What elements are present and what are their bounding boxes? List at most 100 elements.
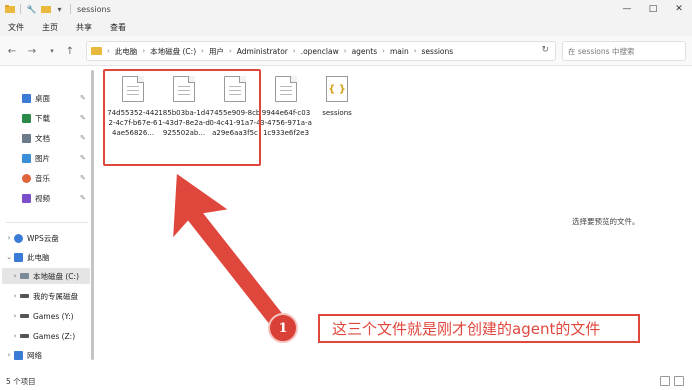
- sidebar-item-videos[interactable]: 视频: [22, 190, 50, 206]
- breadcrumb-users[interactable]: 用户: [209, 46, 224, 57]
- ribbon-tabs: 文件 主页 共享 查看: [0, 18, 692, 36]
- breadcrumb-openclaw[interactable]: .openclaw: [301, 47, 339, 56]
- navigation-bar: ← → ▾ ↑ › 此电脑 › 本地磁盘 (C:) › 用户 › Adminis…: [0, 36, 692, 66]
- breadcrumb-main[interactable]: main: [390, 47, 409, 56]
- breadcrumb-sessions[interactable]: sessions: [422, 47, 454, 56]
- videos-icon: [22, 193, 31, 203]
- drive-icon: [20, 273, 29, 279]
- tab-view[interactable]: 查看: [110, 22, 126, 33]
- pin-icon[interactable]: ✎: [80, 94, 86, 102]
- divider: [6, 222, 88, 223]
- tab-home[interactable]: 主页: [42, 22, 58, 33]
- breadcrumb-drive-c[interactable]: 本地磁盘 (C:): [150, 46, 196, 57]
- sidebar-item-desktop[interactable]: 桌面: [22, 90, 50, 106]
- sidebar-item-downloads[interactable]: 下载: [22, 110, 50, 126]
- drive-icon: [20, 294, 29, 298]
- tiles-view-icon[interactable]: [674, 376, 684, 386]
- divider: [70, 4, 71, 14]
- address-bar[interactable]: › 此电脑 › 本地磁盘 (C:) › 用户 › Administrator ›…: [86, 41, 556, 61]
- network-icon: [14, 350, 23, 360]
- sidebar-item-music[interactable]: 音乐: [22, 170, 50, 186]
- json-file-icon: { }: [326, 76, 348, 102]
- drive-icon: [20, 314, 29, 318]
- download-icon: [22, 113, 31, 123]
- documents-icon: [22, 133, 31, 143]
- minimize-button[interactable]: —: [614, 0, 640, 18]
- divider: [20, 4, 21, 14]
- up-icon[interactable]: ↑: [64, 45, 76, 57]
- sidebar-item-games-y[interactable]: › Games (Y:): [10, 308, 74, 324]
- window-title: sessions: [77, 4, 111, 14]
- breadcrumb-administrator[interactable]: Administrator: [237, 47, 288, 56]
- sidebar-item-label: 图片: [35, 153, 50, 163]
- sidebar-item-pictures[interactable]: 图片: [22, 150, 50, 166]
- details-view-icon[interactable]: [660, 376, 670, 386]
- drive-icon: [20, 334, 29, 338]
- breadcrumb-agents[interactable]: agents: [352, 47, 378, 56]
- title-bar: 🔧 ▾ sessions — □ ✕: [0, 0, 692, 18]
- chevron-right-icon[interactable]: ›: [10, 272, 20, 280]
- chevron-right-icon[interactable]: ›: [10, 332, 20, 340]
- pin-icon[interactable]: ✎: [80, 174, 86, 182]
- sidebar-item-this-pc[interactable]: ⌄ 此电脑: [4, 249, 50, 265]
- sidebar-item-label: 下载: [35, 113, 50, 123]
- search-placeholder: 在 sessions 中搜索: [568, 46, 635, 56]
- chevron-down-icon[interactable]: ▾: [54, 4, 65, 15]
- pictures-icon: [22, 153, 31, 163]
- annotation-callout: 这三个文件就是刚才创建的agent的文件: [318, 314, 640, 343]
- tab-share[interactable]: 共享: [76, 22, 92, 33]
- sidebar-item-label: 本地磁盘 (C:): [33, 271, 79, 281]
- sidebar-item-network[interactable]: › 网络: [4, 347, 42, 363]
- sidebar-item-games-z[interactable]: › Games (Z:): [10, 328, 76, 344]
- annotation-text: 这三个文件就是刚才创建的agent的文件: [332, 320, 601, 338]
- chevron-right-icon: ›: [292, 47, 296, 55]
- pin-icon[interactable]: ✎: [80, 114, 86, 122]
- pin-icon[interactable]: ✎: [80, 134, 86, 142]
- chevron-right-icon[interactable]: ›: [10, 292, 20, 300]
- pin-icon[interactable]: ✎: [80, 194, 86, 202]
- forward-icon[interactable]: →: [26, 45, 38, 57]
- breadcrumb-this-pc[interactable]: 此电脑: [115, 46, 138, 57]
- chevron-right-icon[interactable]: ›: [4, 351, 14, 359]
- navigation-pane: 桌面 ✎ 下载 ✎ 文档 ✎ 图片 ✎ 音乐 ✎ 视频 ✎ › WPS云盘 ⌄ …: [0, 66, 96, 372]
- sidebar-item-dedicated-drive[interactable]: › 我的专属磁盘: [10, 288, 78, 304]
- document-icon: [275, 76, 297, 102]
- tab-file[interactable]: 文件: [8, 22, 24, 33]
- chevron-right-icon[interactable]: ›: [10, 312, 20, 320]
- recent-locations-icon[interactable]: ▾: [46, 45, 58, 57]
- file-item[interactable]: 9944e64f-c033-4756-971a-a1c933e6f2e3: [260, 76, 312, 138]
- sidebar-item-label: 音乐: [35, 173, 50, 183]
- sidebar-item-wps-cloud[interactable]: › WPS云盘: [4, 230, 59, 246]
- sidebar-item-drive-c[interactable]: › 本地磁盘 (C:): [2, 268, 90, 284]
- file-item[interactable]: { } sessions: [312, 76, 362, 118]
- sidebar-item-label: Games (Z:): [33, 331, 76, 341]
- new-folder-icon[interactable]: [40, 4, 51, 15]
- chevron-right-icon: ›: [201, 47, 204, 55]
- chevron-right-icon: ›: [228, 47, 232, 55]
- refresh-icon[interactable]: ↻: [541, 45, 549, 55]
- item-count: 5 个项目: [6, 376, 36, 386]
- folder-icon: [4, 4, 15, 15]
- file-name: 9944e64f-c033-4756-971a-a1c933e6f2e3: [260, 109, 312, 137]
- sidebar-item-label: 文档: [35, 133, 50, 143]
- sidebar-item-label: Games (Y:): [33, 311, 74, 321]
- chevron-right-icon: ›: [107, 47, 110, 55]
- back-icon[interactable]: ←: [6, 45, 18, 57]
- search-box[interactable]: 在 sessions 中搜索: [562, 41, 686, 61]
- chevron-right-icon: ›: [142, 47, 146, 55]
- desktop-icon: [22, 93, 31, 103]
- sidebar-item-label: 我的专属磁盘: [33, 291, 78, 301]
- music-icon: [22, 173, 31, 183]
- properties-icon[interactable]: 🔧: [26, 4, 37, 15]
- sidebar-scrollbar[interactable]: [91, 70, 94, 360]
- maximize-button[interactable]: □: [640, 0, 666, 18]
- close-button[interactable]: ✕: [666, 0, 692, 18]
- file-name: sessions: [322, 109, 352, 117]
- sidebar-item-label: WPS云盘: [27, 233, 59, 243]
- sidebar-item-label: 网络: [27, 350, 42, 360]
- pin-icon[interactable]: ✎: [80, 154, 86, 162]
- sidebar-item-documents[interactable]: 文档: [22, 130, 50, 146]
- chevron-down-icon[interactable]: ⌄: [4, 253, 14, 261]
- folder-icon: [91, 47, 102, 55]
- chevron-right-icon[interactable]: ›: [4, 234, 14, 242]
